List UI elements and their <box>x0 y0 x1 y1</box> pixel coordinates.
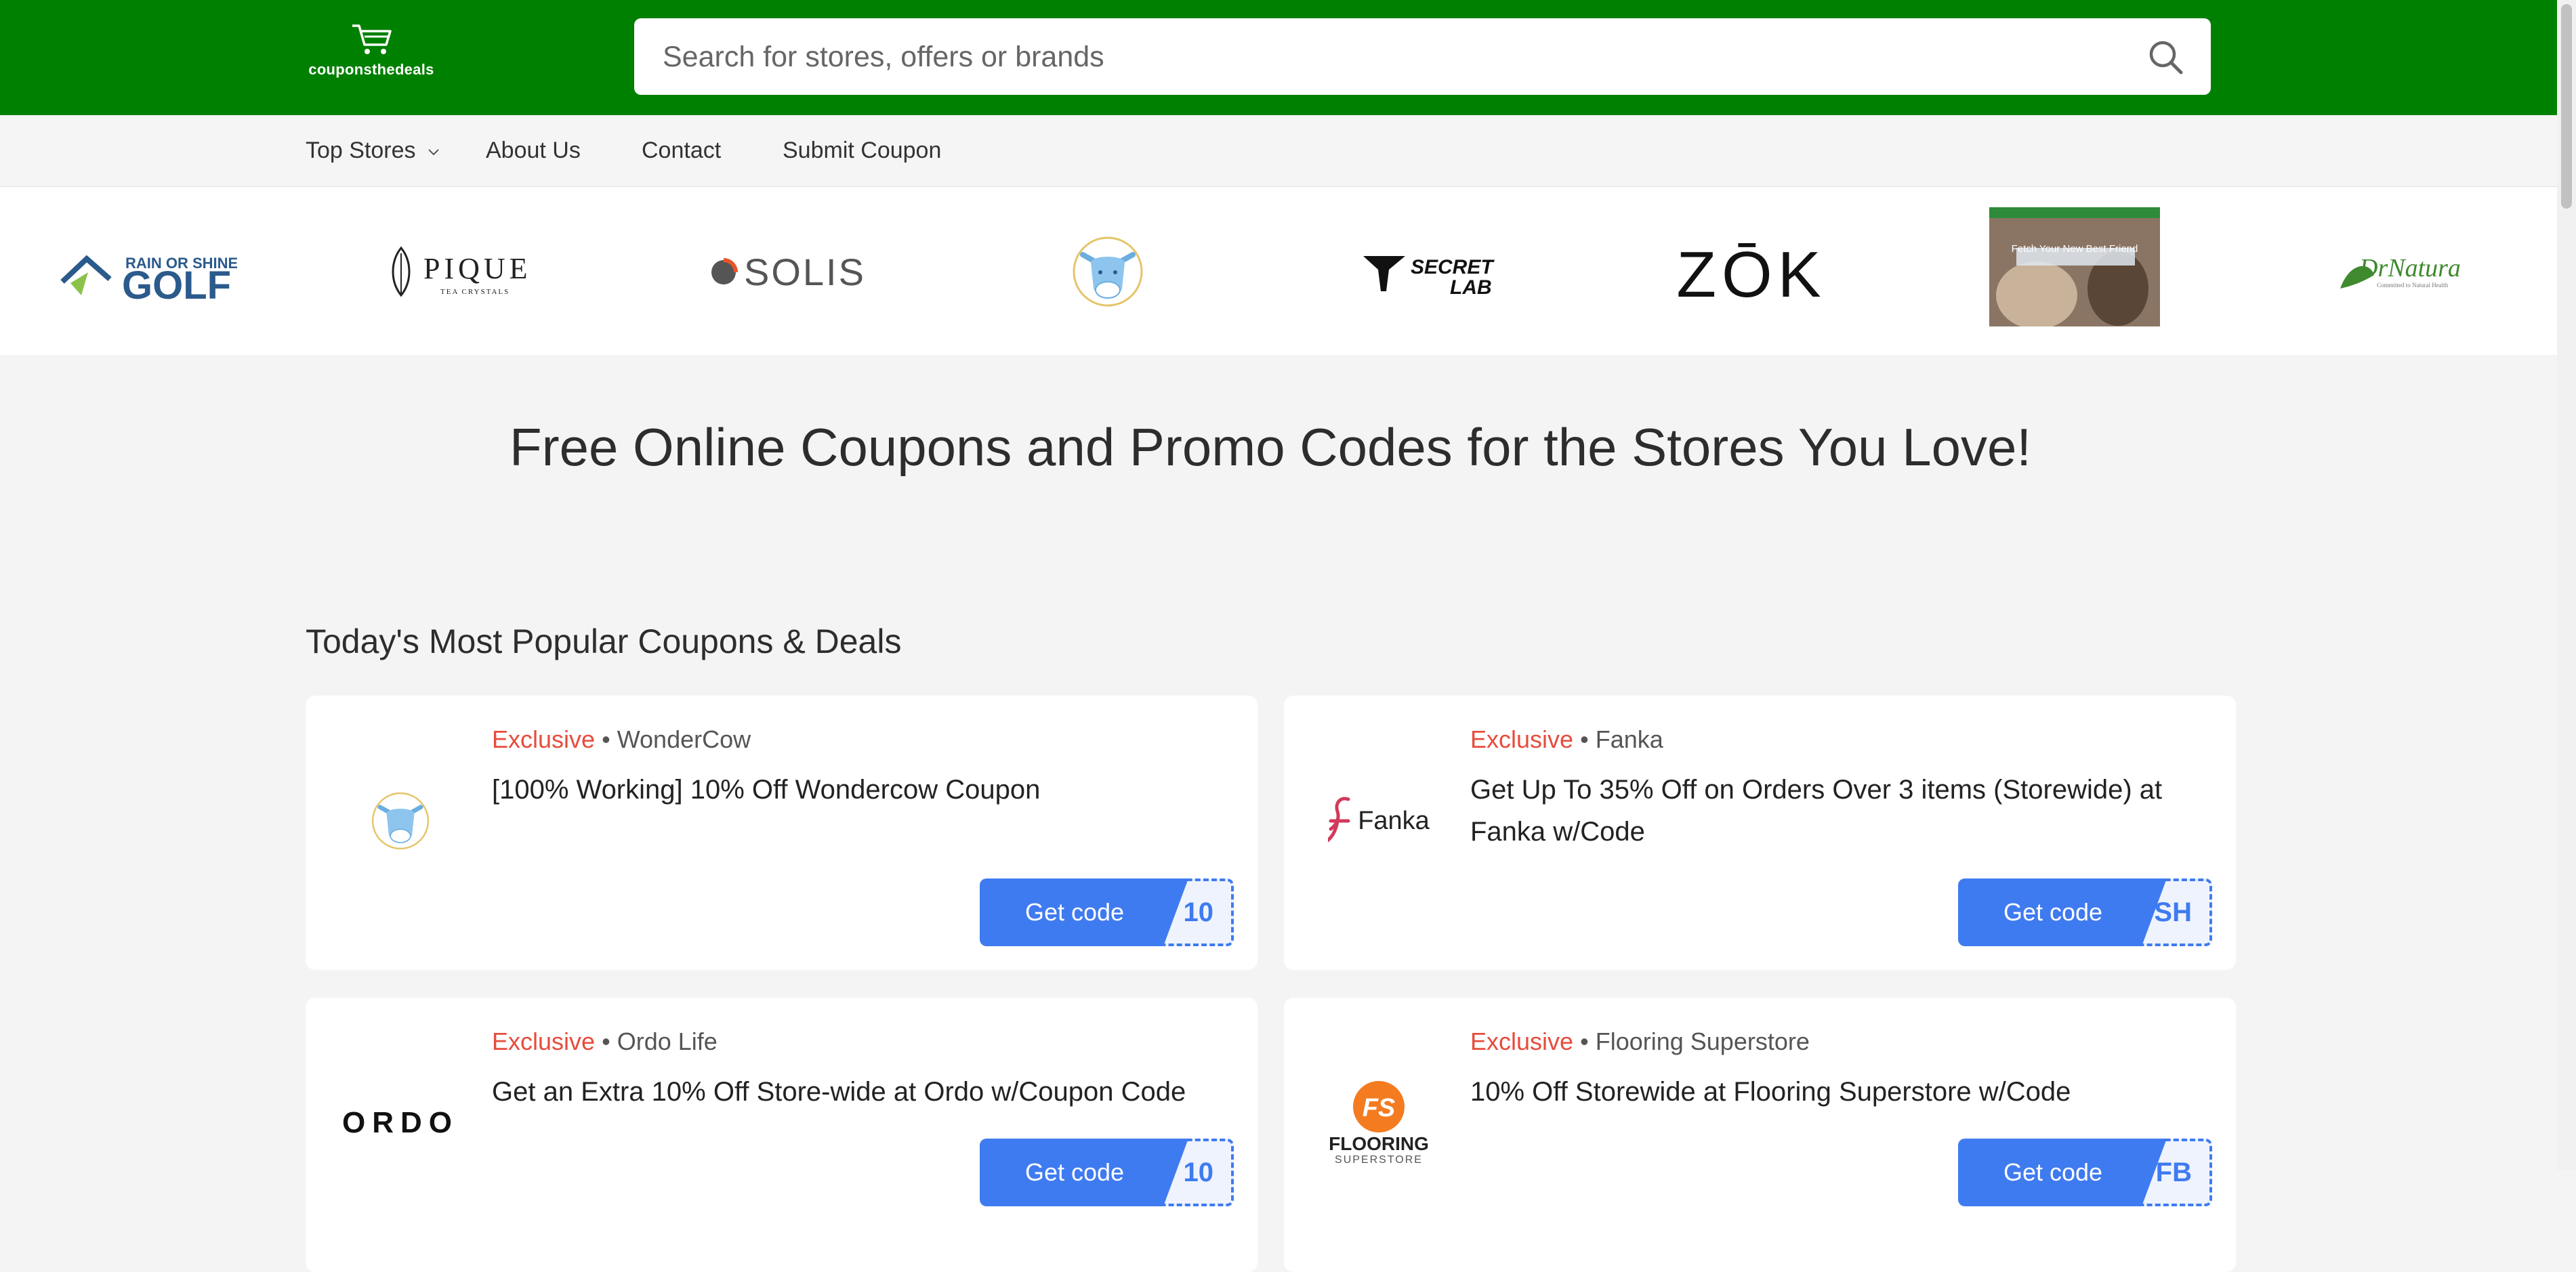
fanka-logo-icon <box>1328 797 1350 843</box>
flooring-logo-icon: FS <box>1353 1081 1405 1132</box>
logo-line1: PIQUE <box>423 252 532 285</box>
coupon-meta: Exclusive • Ordo Life <box>492 1027 718 1056</box>
coupon-title[interactable]: [100% Working] 10% Off Wondercow Coupon <box>492 769 1224 811</box>
logo-mark: FS <box>1363 1094 1396 1122</box>
main-nav: Top Stores About Us Contact Submit Coupo… <box>0 115 2557 187</box>
search-bar[interactable]: Search for stores, offers or brands <box>634 18 2211 95</box>
exclusive-tag: Exclusive <box>1470 1027 1574 1055</box>
section-title: Today's Most Popular Coupons & Deals <box>306 622 902 660</box>
exclusive-tag: Exclusive <box>492 725 596 753</box>
coupon-store-logo[interactable]: Fanka <box>1314 770 1443 872</box>
nav-contact[interactable]: Contact <box>642 137 721 164</box>
coupon-title[interactable]: Get Up To 35% Off on Orders Over 3 items… <box>1470 769 2202 853</box>
logo-line2: LAB <box>1450 276 1492 299</box>
hero-title: Free Online Coupons and Promo Codes for … <box>509 417 2032 477</box>
get-code-label: Get code <box>980 878 1188 946</box>
leaf-logo-icon: PIQUE TEA CRYSTALS <box>392 246 532 297</box>
store-logo-solis[interactable]: SOLIS <box>705 248 867 295</box>
cart-icon <box>352 24 392 54</box>
get-code-button[interactable]: FB Get code <box>1958 1139 2212 1206</box>
store-name[interactable]: Flooring Superstore <box>1596 1027 1810 1055</box>
cow-icon <box>1073 236 1143 307</box>
coupon-store-logo[interactable]: ORDO <box>336 1072 465 1174</box>
separator: • <box>1580 725 1589 753</box>
coupon-store-logo[interactable]: FS FLOORING SUPERSTORE <box>1314 1072 1443 1174</box>
get-code-label: Get code <box>980 1139 1188 1206</box>
separator: • <box>602 725 610 753</box>
flooring-logo-text: FLOORING <box>1329 1133 1429 1154</box>
store-logo-wondercow[interactable] <box>1071 234 1145 309</box>
get-code-button[interactable]: 10 Get code <box>980 878 1234 946</box>
store-logo-zok[interactable]: ZŌK <box>1676 238 1823 311</box>
search-icon[interactable] <box>2147 39 2184 75</box>
store-logo-carousel: RAIN OR SHINE GOLF PIQUE TEA CRYSTALS SO… <box>0 187 2557 355</box>
coupon-meta: Exclusive • Fanka <box>1470 725 1663 754</box>
ordo-logo-text: ORDO <box>342 1106 459 1139</box>
logo-line2: GOLF <box>122 263 231 308</box>
coupon-title[interactable]: Get an Extra 10% Off Store-wide at Ordo … <box>492 1071 1224 1113</box>
logo-line2: TEA CRYSTALS <box>440 288 510 296</box>
store-logo-drnatura[interactable]: DrNatura Committed to Natural Health <box>2336 241 2465 302</box>
get-code-label: Get code <box>1958 878 2167 946</box>
get-code-button[interactable]: SH Get code <box>1958 878 2212 946</box>
svg-text:Committed to Natural Health: Committed to Natural Health <box>2377 282 2449 289</box>
exclusive-tag: Exclusive <box>492 1027 596 1055</box>
nav-about-us[interactable]: About Us <box>486 137 581 164</box>
search-input[interactable]: Search for stores, offers or brands <box>663 41 1104 74</box>
coupon-card[interactable]: FS FLOORING SUPERSTORE Exclusive • Floor… <box>1284 998 2236 1272</box>
secretlab-logo-icon: SECRET LAB <box>1363 256 1495 299</box>
logo-line1: SECRET <box>1411 256 1495 278</box>
chevron-down-icon <box>428 149 439 156</box>
drnatura-logo-icon: DrNatura Committed to Natural Health <box>2340 254 2461 289</box>
cow-icon <box>371 792 430 850</box>
nav-label: Top Stores <box>306 137 416 163</box>
separator: • <box>602 1027 610 1055</box>
logo-line1: Fetch Your New Best Friend <box>2012 243 2138 255</box>
separator: • <box>1580 1027 1589 1055</box>
exclusive-tag: Exclusive <box>1470 725 1574 753</box>
nav-top-stores[interactable]: Top Stores <box>306 137 440 164</box>
logo-line1: SOLIS <box>744 251 866 293</box>
nav-submit-coupon[interactable]: Submit Coupon <box>783 137 941 164</box>
store-name[interactable]: WonderCow <box>617 725 751 753</box>
coupon-card[interactable]: ORDO Exclusive • Ordo Life Get an Extra … <box>306 998 1258 1272</box>
fanka-logo-text: Fanka <box>1358 806 1430 835</box>
coupon-store-logo[interactable] <box>336 770 465 872</box>
coupon-card[interactable]: Fanka Exclusive • Fanka Get Up To 35% Of… <box>1284 696 2236 970</box>
logo-line1: DrNatura <box>2359 254 2461 282</box>
site-header: couponsthedeals Search for stores, offer… <box>0 0 2557 115</box>
coupon-card[interactable]: Exclusive • WonderCow [100% Working] 10%… <box>306 696 1258 970</box>
solis-logo-icon: SOLIS <box>711 251 866 293</box>
page-scrollbar[interactable] <box>2557 0 2576 1170</box>
coupon-meta: Exclusive • Flooring Superstore <box>1470 1027 1810 1056</box>
store-logo-secretlab[interactable]: SECRET LAB <box>1362 247 1504 301</box>
logo-text: couponsthedeals <box>308 61 434 78</box>
store-logo-rain-or-shine-golf[interactable]: RAIN OR SHINE GOLF <box>54 234 237 309</box>
flooring-logo-sub: SUPERSTORE <box>1335 1154 1423 1166</box>
scrollbar-thumb[interactable] <box>2561 4 2572 209</box>
logo-line1: ZŌK <box>1676 238 1827 311</box>
get-code-label: Get code <box>1958 1139 2167 1206</box>
coupon-title[interactable]: 10% Off Storewide at Flooring Superstore… <box>1470 1071 2202 1113</box>
store-name[interactable]: Fanka <box>1596 725 1663 753</box>
store-name[interactable]: Ordo Life <box>617 1027 718 1055</box>
store-logo-pique[interactable]: PIQUE TEA CRYSTALS <box>386 241 542 302</box>
site-logo[interactable]: couponsthedeals <box>307 22 436 86</box>
pet-banner-image: Fetch Your New Best Friend <box>1989 207 2160 326</box>
house-logo-icon: RAIN OR SHINE GOLF <box>60 255 237 308</box>
get-code-button[interactable]: 10 Get code <box>980 1139 1234 1206</box>
store-logo-pet-adoption[interactable]: Fetch Your New Best Friend <box>1989 207 2160 326</box>
coupon-meta: Exclusive • WonderCow <box>492 725 751 754</box>
